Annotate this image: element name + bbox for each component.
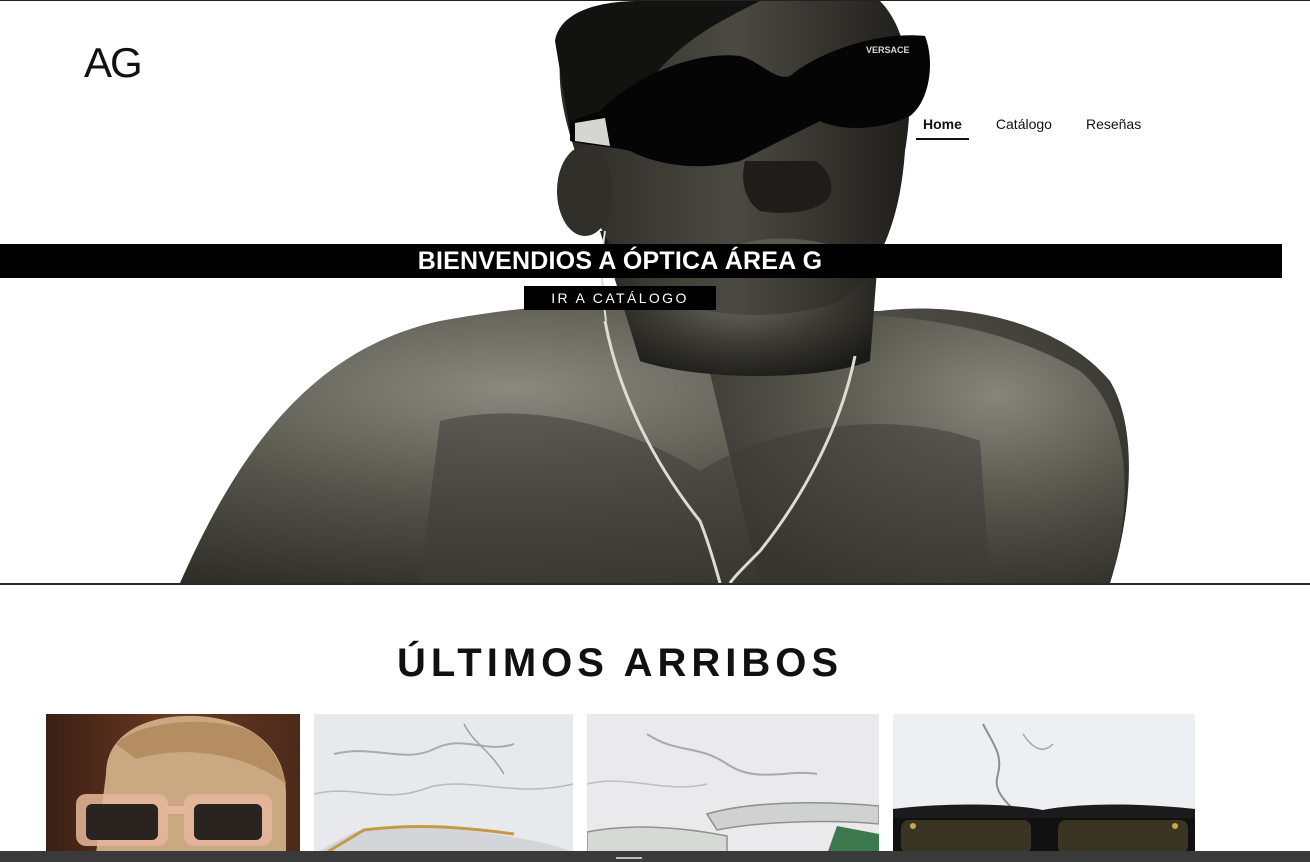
nav-item-home[interactable]: Home: [916, 109, 969, 140]
toolbar-handle[interactable]: [616, 857, 642, 859]
bottom-toolbar: [0, 851, 1310, 862]
product-card[interactable]: [46, 714, 300, 854]
clear-acetate-frame-on-marble-photo: [587, 714, 879, 854]
hero-title: BIENVENDIOS A ÓPTICA ÁREA G: [417, 247, 823, 275]
gold-metal-frame-on-marble-photo: [314, 714, 573, 854]
sunglasses-brand-label: VERSACE: [866, 45, 910, 55]
latest-arrivals-title: ÚLTIMOS ARRIBOS: [396, 641, 844, 685]
logo-text: AG: [84, 39, 141, 86]
main-nav: Home Catálogo Reseñas: [916, 109, 1168, 141]
model-tortoise-clear-sunglasses-photo: [46, 714, 300, 854]
nav-item-resenas[interactable]: Reseñas: [1079, 109, 1148, 140]
go-to-catalog-button[interactable]: IR A CATÁLOGO: [524, 286, 716, 310]
site-logo[interactable]: AG: [84, 31, 156, 89]
nav-item-catalogo[interactable]: Catálogo: [989, 109, 1059, 140]
product-card[interactable]: [893, 714, 1195, 854]
hero-banner: VERSACE AG Home Catálogo Reseñas BIENVEN…: [0, 1, 1310, 583]
product-card[interactable]: [587, 714, 879, 854]
hero-divider: [0, 583, 1310, 585]
product-card[interactable]: [314, 714, 573, 854]
black-frame-on-marble-photo: [893, 714, 1195, 854]
